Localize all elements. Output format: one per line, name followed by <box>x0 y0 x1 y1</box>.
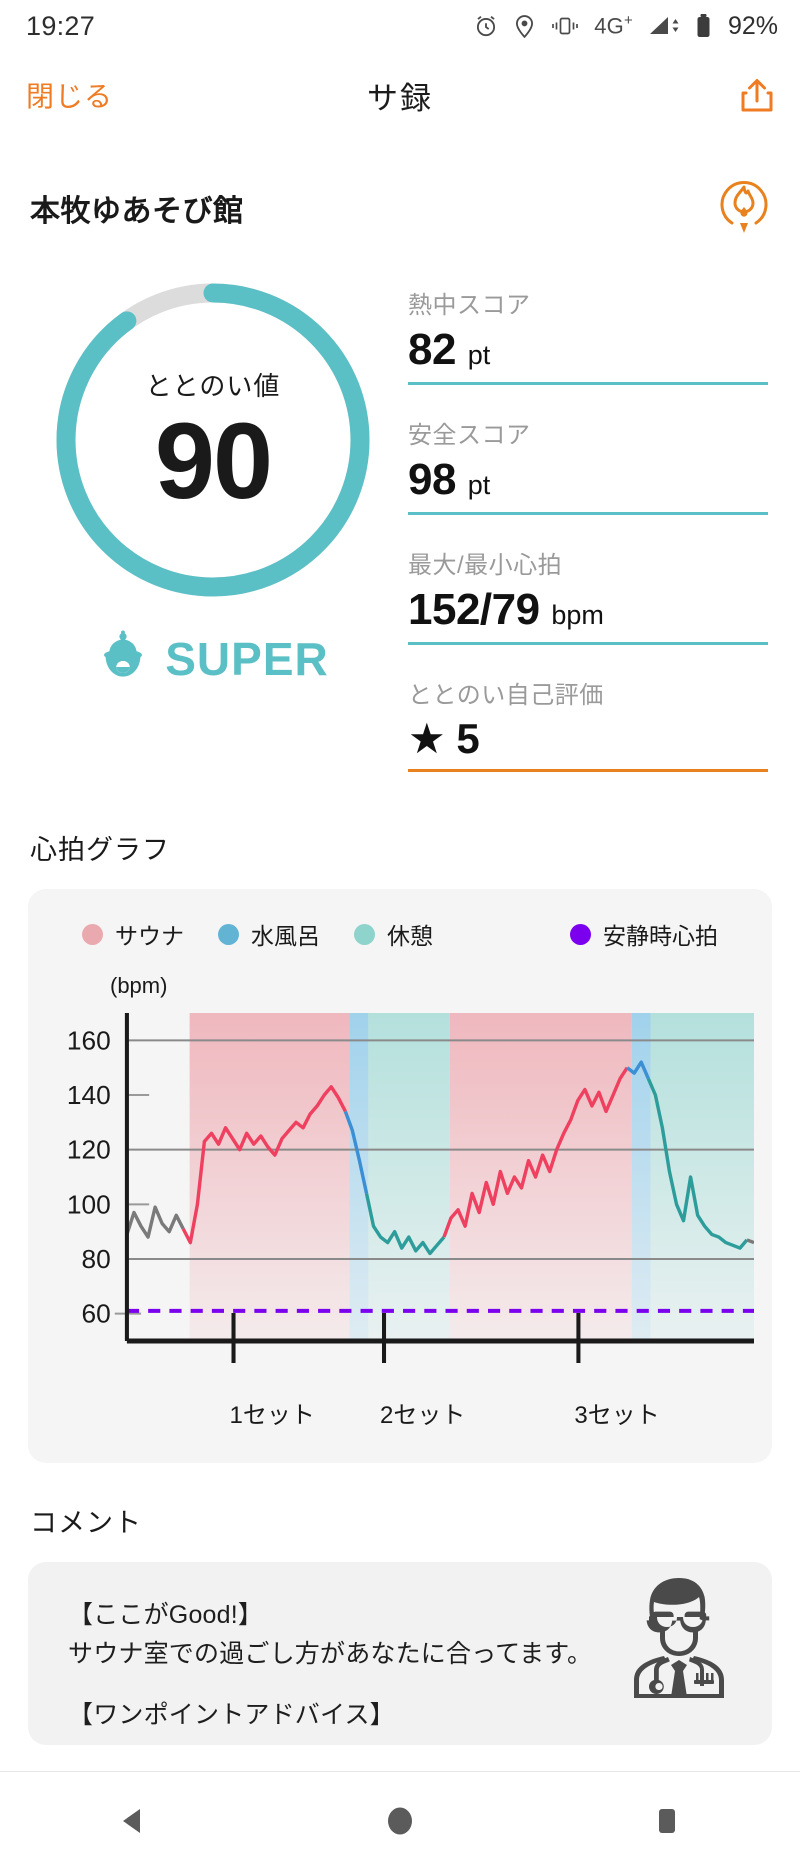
stat-item-self-rating: ととのい自己評価 ★ 5 <box>408 675 768 781</box>
chart-section-title: 心拍グラフ <box>30 835 170 866</box>
stat-value: 152/79 bpm <box>408 584 768 636</box>
sauna-hat-character-icon <box>97 627 149 690</box>
chart-y-label: 120 <box>67 1135 111 1165</box>
stat-value: 82 pt <box>408 324 768 376</box>
app-root: 19:27 4G+ 92% 閉じる サ録 本牧ゆあそび館 ととのい値 90 SU… <box>0 0 800 1869</box>
share-icon[interactable] <box>740 77 774 113</box>
venue-name: 本牧ゆあそび館 <box>30 194 244 228</box>
heart-rate-plot: 60 80 100 120 140 160 1セット 2セット 3セット <box>46 1003 754 1437</box>
stat-item-safety-score: 安全スコア 98 pt <box>408 415 768 523</box>
stat-value: ★ 5 <box>408 714 480 762</box>
venue-row: 本牧ゆあそび館 <box>0 138 800 241</box>
app-nav-bar: 閉じる サ録 <box>0 52 800 138</box>
comment-card: 【ここがGood!】 サウナ室での過ごし方があなたに合ってます。 【ワンポイント… <box>28 1562 772 1745</box>
chart-x-label: 1セット <box>229 1402 315 1430</box>
chart-y-label: 80 <box>82 1244 111 1274</box>
stats-list: 熱中スコア 82 pt 安全スコア 98 pt 最大/最小心拍 152/79 b… <box>408 275 772 802</box>
chart-phase-band <box>449 1013 632 1342</box>
chart-y-label: 140 <box>67 1080 111 1110</box>
close-button[interactable]: 閉じる <box>26 75 113 115</box>
stat-underline <box>408 769 768 773</box>
status-time: 19:27 <box>26 10 96 41</box>
chart-y-label: 60 <box>82 1299 111 1329</box>
heart-rate-chart-card: サウナ 水風呂 休憩 安静時心拍 (bpm) 60 80 100 120 140… <box>28 889 772 1464</box>
gauge-value: 90 <box>154 399 273 521</box>
gauge-column: ととのい値 90 SUPER <box>18 275 408 802</box>
legend-item-rest: 休憩 <box>354 917 433 951</box>
chart-y-tick-marks <box>114 1094 150 1315</box>
score-block: ととのい値 90 SUPER 熱中スコア 82 pt 安全スコア 98 pt 最… <box>0 241 800 802</box>
stat-unit: bpm <box>551 599 604 630</box>
rank-row: SUPER <box>97 627 328 690</box>
gauge-label: ととのい値 <box>145 370 281 401</box>
alarm-icon <box>473 13 499 39</box>
chart-x-axis-labels: 1セット 2セット 3セット <box>46 1393 754 1437</box>
network-type-label: 4G+ <box>594 12 633 39</box>
stat-underline <box>408 641 768 645</box>
chart-phase-band <box>349 1013 369 1342</box>
chart-y-label: 100 <box>67 1190 111 1220</box>
signal-icon <box>647 13 681 39</box>
chart-x-label: 3セット <box>574 1402 660 1430</box>
stat-item-max-min-hr: 最大/最小心拍 152/79 bpm <box>408 545 768 653</box>
status-bar: 19:27 4G+ 92% <box>0 0 800 52</box>
gauge-center-text: ととのい値 90 <box>48 275 378 605</box>
stat-label: ととのい自己評価 <box>408 681 604 709</box>
legend-swatch <box>218 923 239 945</box>
android-navigation-bar <box>0 1771 800 1869</box>
battery-icon <box>695 13 712 39</box>
legend-label: 水風呂 <box>251 923 320 950</box>
doctor-avatar-icon <box>604 1568 754 1713</box>
legend-label: 休憩 <box>387 923 433 950</box>
legend-item-cold-bath: 水風呂 <box>218 917 320 951</box>
stat-label: 熱中スコア <box>408 292 531 319</box>
stat-number: 152/79 <box>408 584 540 634</box>
stat-underline <box>408 511 768 515</box>
battery-percent: 92% <box>727 11 778 40</box>
back-triangle-icon[interactable] <box>73 1801 193 1841</box>
chart-phase-band <box>650 1013 754 1342</box>
home-circle-icon[interactable] <box>340 1801 460 1841</box>
stat-label: 最大/最小心拍 <box>408 551 563 579</box>
stat-unit: pt <box>467 469 491 500</box>
rank-label: SUPER <box>165 632 329 685</box>
stat-value: 98 pt <box>408 454 768 506</box>
legend-swatch <box>354 923 375 945</box>
legend-label: 安静時心拍 <box>603 923 718 950</box>
y-axis-unit-label: (bpm) <box>110 973 168 999</box>
chart-legend: サウナ 水風呂 休憩 安静時心拍 <box>46 911 754 951</box>
recents-square-icon[interactable] <box>607 1801 727 1841</box>
chart-x-label: 2セット <box>380 1402 466 1430</box>
status-icons: 4G+ 92% <box>473 12 778 41</box>
comment-section-title: コメント <box>30 1508 142 1539</box>
vibrate-icon <box>550 14 580 38</box>
page-title: サ録 <box>367 80 433 116</box>
chart-y-label: 160 <box>67 1026 111 1056</box>
legend-item-resting-hr: 安静時心拍 <box>570 917 718 951</box>
legend-label: サウナ <box>115 923 184 950</box>
chart-line-segment <box>125 1205 185 1240</box>
stat-label: 安全スコア <box>408 421 531 449</box>
stat-unit: pt <box>467 340 491 370</box>
location-icon <box>513 13 536 39</box>
chart-phase-band <box>368 1013 450 1342</box>
flame-circle-icon <box>714 174 774 241</box>
chart-phase-band <box>189 1013 350 1342</box>
totonoi-gauge: ととのい値 90 <box>48 275 378 605</box>
chart-y-axis-labels: 60 80 100 120 140 160 <box>67 1026 111 1329</box>
legend-swatch <box>570 923 591 945</box>
legend-swatch <box>82 923 103 945</box>
stat-number: 98 <box>408 454 456 504</box>
stat-number: 82 <box>408 325 456 374</box>
stat-item-heat-score: 熱中スコア 82 pt <box>408 285 768 393</box>
stat-underline <box>408 381 768 385</box>
legend-item-sauna: サウナ <box>82 917 184 951</box>
